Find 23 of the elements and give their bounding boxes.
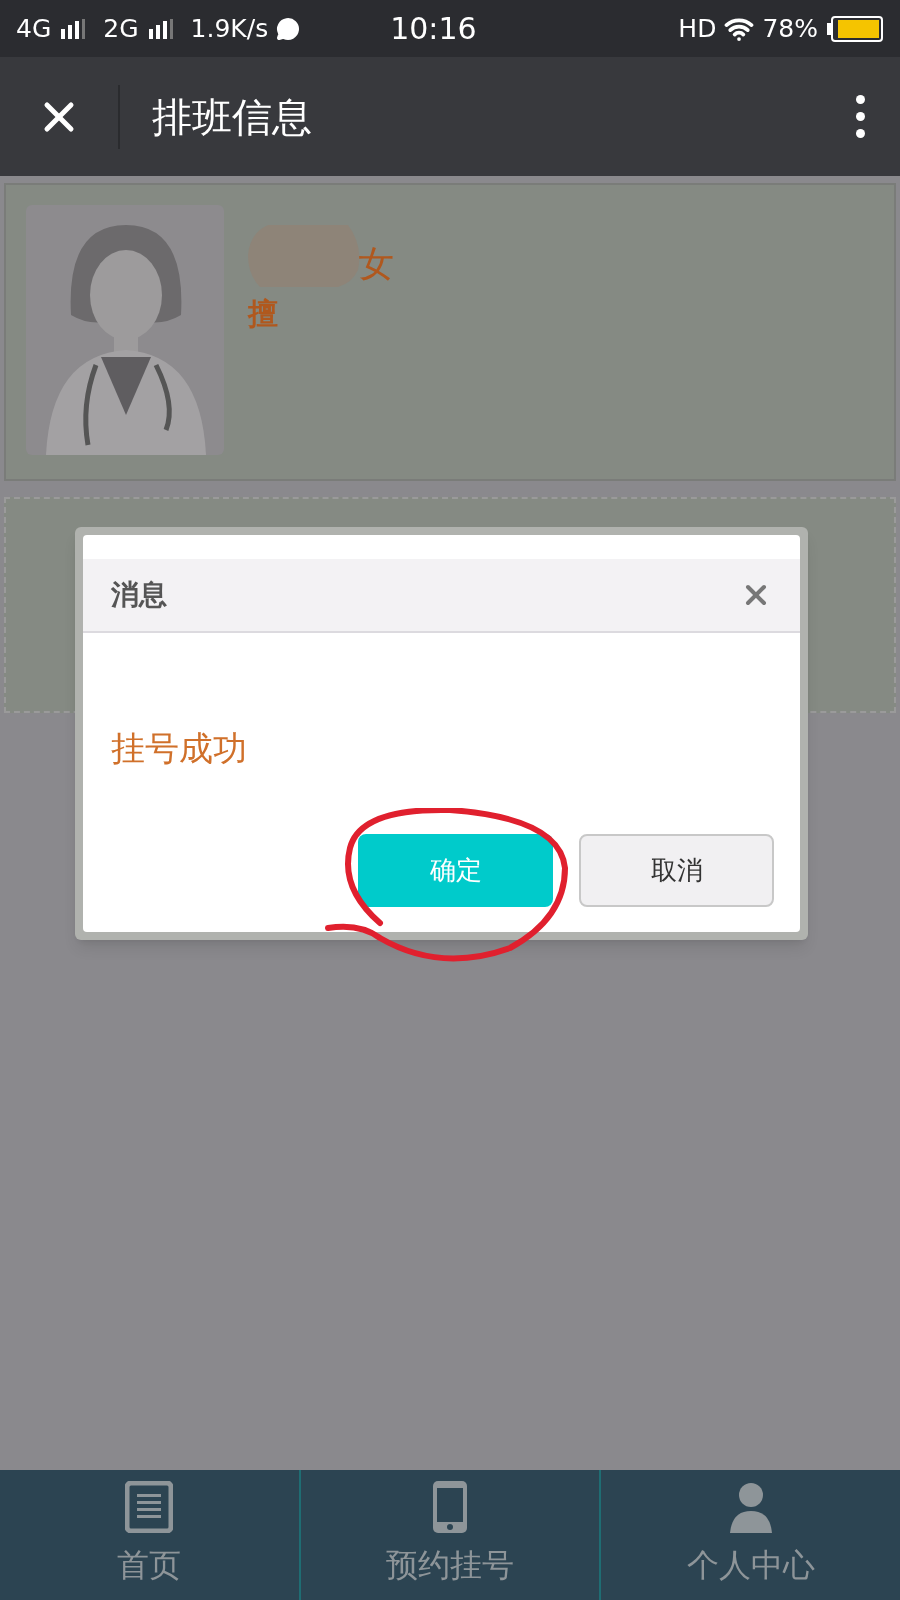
tab-item[interactable]: 个人中心 [599,1470,900,1600]
network-label: 4G [16,12,52,45]
signal-icon [59,18,88,39]
confirm-button[interactable]: 确定 [358,834,553,907]
document-icon [125,1481,174,1533]
speed-label: 1.9K/s [190,12,269,45]
specialty-label: 擅 [248,295,278,333]
battery-label: 78% [762,12,818,45]
clock: 10:16 [390,10,477,48]
battery-icon [826,15,884,42]
person-icon [727,1481,774,1533]
dialog-title: 消息 [111,577,167,613]
signal-icon [146,18,175,39]
tab-item[interactable]: 首页 [0,1470,299,1600]
tab-item[interactable]: 预约挂号 [298,1470,600,1600]
gender-label: 女 [358,242,394,286]
hd-label: HD [678,12,717,45]
page-title: 排班信息 [152,92,312,142]
phone-icon [433,1481,467,1533]
dialog-message: 挂号成功 [111,727,248,770]
chat-icon [276,16,301,41]
cancel-button[interactable]: 取消 [579,834,774,907]
network-label: 2G [103,12,139,45]
